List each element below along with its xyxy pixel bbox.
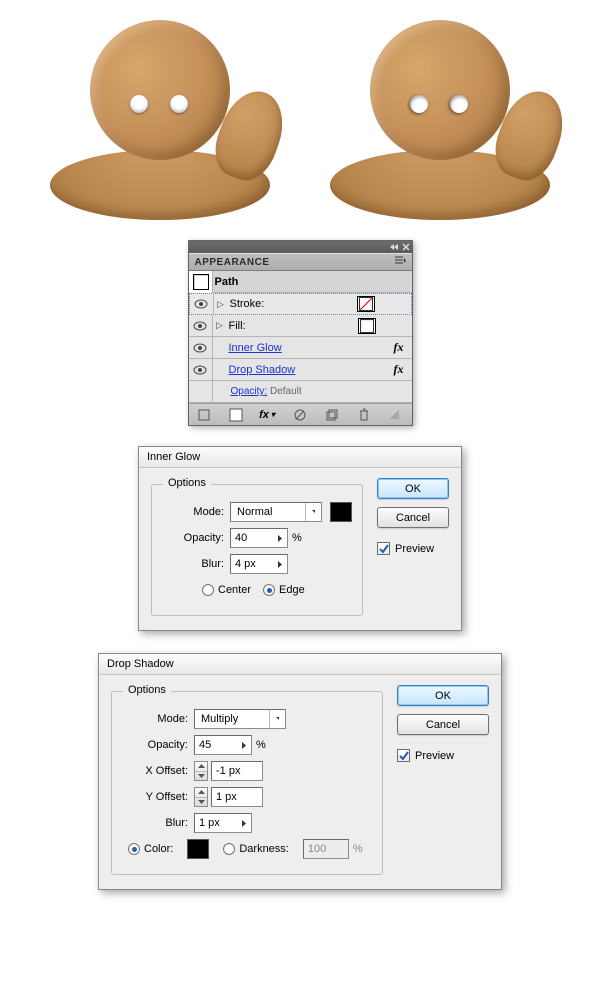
darkness-radio[interactable]: Darkness: xyxy=(223,843,289,855)
opacity-value: 45 xyxy=(199,739,211,751)
inner-glow-dialog: Inner Glow Options Mode: Normal Opacity:… xyxy=(138,446,462,631)
fx-add-icon[interactable]: fx▾ xyxy=(259,407,277,423)
darkness-unit: % xyxy=(353,843,363,855)
cancel-button[interactable]: Cancel xyxy=(377,507,449,528)
duplicate-icon[interactable] xyxy=(323,407,341,423)
yoffset-input[interactable]: 1 px xyxy=(211,787,263,807)
blur-input[interactable]: 1 px xyxy=(194,813,252,833)
opacity-input[interactable]: 45 xyxy=(194,735,252,755)
mode-select[interactable]: Normal xyxy=(230,502,322,522)
opacity-unit: % xyxy=(256,739,266,751)
fill-swatch[interactable] xyxy=(358,318,376,334)
opacity-value: Default xyxy=(270,386,302,397)
mode-value: Multiply xyxy=(195,713,269,725)
blur-label: Blur: xyxy=(162,558,224,570)
collapse-icon[interactable] xyxy=(390,244,398,250)
blur-input[interactable]: 4 px xyxy=(230,554,288,574)
appearance-drop-shadow-row[interactable]: Drop Shadow fx xyxy=(189,359,412,381)
blur-value: 4 px xyxy=(235,558,256,570)
preview-checkbox[interactable]: Preview xyxy=(377,542,449,555)
options-legend: Options xyxy=(163,477,211,489)
center-radio[interactable]: Center xyxy=(202,584,251,596)
xoffset-stepper[interactable] xyxy=(194,761,208,781)
mode-label: Mode: xyxy=(162,506,224,518)
xoffset-label: X Offset: xyxy=(122,765,188,777)
mode-label: Mode: xyxy=(122,713,188,725)
xoffset-value: -1 px xyxy=(216,765,240,777)
chevron-down-icon xyxy=(269,710,285,728)
fill-label: Fill: xyxy=(229,320,246,332)
cancel-button[interactable]: Cancel xyxy=(397,714,489,735)
opacity-label: Opacity: xyxy=(162,532,224,544)
opacity-label[interactable]: Opacity: xyxy=(231,386,268,397)
path-label: Path xyxy=(213,276,412,288)
disclosure-icon[interactable]: ▷ xyxy=(213,315,227,337)
glow-color-swatch[interactable] xyxy=(330,502,352,522)
xoffset-input[interactable]: -1 px xyxy=(211,761,263,781)
fx-icon[interactable]: fx xyxy=(386,362,412,377)
chevron-right-icon xyxy=(278,535,283,542)
darkness-value: 100 xyxy=(308,843,326,855)
chevron-down-icon xyxy=(305,503,321,521)
eye-icon xyxy=(194,299,208,309)
disclosure-icon[interactable]: ▷ xyxy=(214,293,228,315)
appearance-inner-glow-row[interactable]: Inner Glow fx xyxy=(189,337,412,359)
yoffset-stepper[interactable] xyxy=(194,787,208,807)
dialog-title: Drop Shadow xyxy=(99,654,501,675)
panel-menu-icon[interactable] xyxy=(395,256,406,268)
trash-icon[interactable] xyxy=(355,407,373,423)
new-art-icon[interactable] xyxy=(195,407,213,423)
eye-icon xyxy=(193,321,207,331)
chevron-right-icon xyxy=(278,561,283,568)
eye-icon xyxy=(193,343,207,353)
stroke-swatch-icon[interactable] xyxy=(227,407,245,423)
chevron-right-icon xyxy=(242,820,247,827)
clear-icon[interactable] xyxy=(291,407,309,423)
shadow-color-swatch[interactable] xyxy=(187,839,209,859)
edge-radio[interactable]: Edge xyxy=(263,584,305,596)
stroke-swatch[interactable] xyxy=(357,296,375,312)
close-icon[interactable] xyxy=(402,243,410,251)
chevron-right-icon xyxy=(242,742,247,749)
resizer-icon[interactable] xyxy=(386,407,404,423)
preview-label: Preview xyxy=(415,750,454,762)
appearance-fill-row[interactable]: ▷ Fill: xyxy=(189,315,412,337)
gingerbread-preview xyxy=(20,10,580,220)
appearance-panel: APPEARANCE Path ▷ Stroke: ▷ Fill: Inner … xyxy=(188,240,413,426)
yoffset-value: 1 px xyxy=(216,791,237,803)
preview-label: Preview xyxy=(395,543,434,555)
stroke-label: Stroke: xyxy=(230,298,265,310)
mode-select[interactable]: Multiply xyxy=(194,709,286,729)
panel-title: APPEARANCE xyxy=(195,257,270,268)
yoffset-label: Y Offset: xyxy=(122,791,188,803)
ok-button[interactable]: OK xyxy=(377,478,449,499)
opacity-input[interactable]: 40 xyxy=(230,528,288,548)
check-icon xyxy=(379,544,389,554)
blur-value: 1 px xyxy=(199,817,220,829)
appearance-stroke-row[interactable]: ▷ Stroke: xyxy=(189,293,412,315)
appearance-opacity-row[interactable]: Opacity: Default xyxy=(189,381,412,403)
fx-icon[interactable]: fx xyxy=(386,340,412,355)
preview-checkbox[interactable]: Preview xyxy=(397,749,489,762)
ok-button[interactable]: OK xyxy=(397,685,489,706)
check-icon xyxy=(399,751,409,761)
options-legend: Options xyxy=(123,684,171,696)
appearance-path-row[interactable]: Path xyxy=(189,271,412,293)
mode-value: Normal xyxy=(231,506,305,518)
eye-icon xyxy=(193,365,207,375)
opacity-label: Opacity: xyxy=(122,739,188,751)
appearance-footer: fx▾ xyxy=(189,403,412,425)
dialog-title: Inner Glow xyxy=(139,447,461,468)
color-radio[interactable]: Color: xyxy=(128,843,173,855)
inner-glow-link[interactable]: Inner Glow xyxy=(229,342,282,354)
opacity-value: 40 xyxy=(235,532,247,544)
drop-shadow-dialog: Drop Shadow Options Mode: Multiply Opaci… xyxy=(98,653,502,890)
drop-shadow-link[interactable]: Drop Shadow xyxy=(229,364,296,376)
darkness-input: 100 xyxy=(303,839,349,859)
opacity-unit: % xyxy=(292,532,302,544)
blur-label: Blur: xyxy=(122,817,188,829)
